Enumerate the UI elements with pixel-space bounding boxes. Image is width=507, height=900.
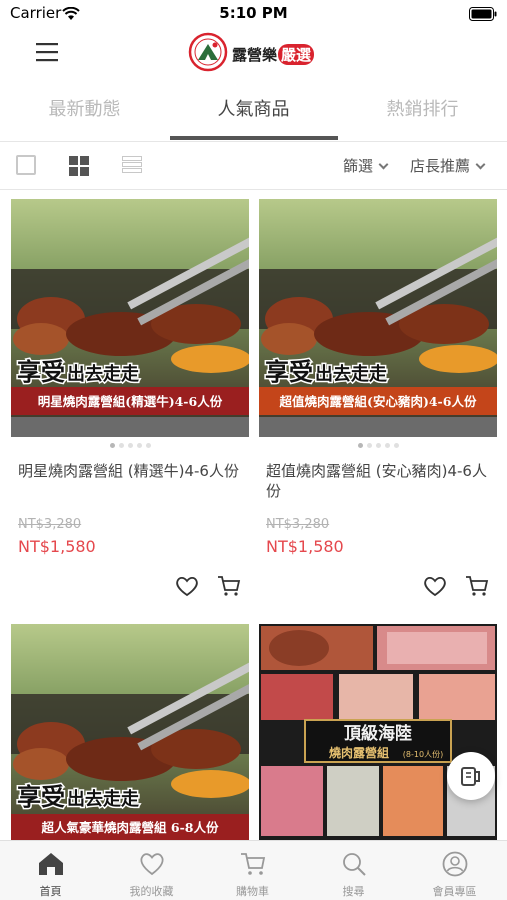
user-icon — [442, 851, 468, 877]
banner-subtitle: 燒肉露營組 — [329, 745, 389, 760]
hamburger-icon[interactable] — [36, 42, 60, 62]
nav-search[interactable]: 搜尋 — [303, 841, 404, 900]
list-view-icon[interactable] — [122, 156, 142, 174]
active-tab-indicator — [170, 136, 338, 140]
battery-icon — [469, 6, 497, 25]
single-view-icon[interactable] — [16, 155, 36, 175]
add-to-cart-icon[interactable] — [465, 575, 489, 601]
banner-slogan-a: 享受 — [17, 358, 65, 386]
logo-text: 露營樂 嚴選 — [232, 44, 315, 65]
chevron-down-icon — [378, 159, 389, 170]
heart-icon — [140, 853, 164, 876]
product-image[interactable]: 享受 出去走走 超人氣豪華燒肉露營組 6-8人份 — [11, 624, 249, 840]
sale-price: NT$1,580 — [266, 537, 344, 556]
nav-label: 我的收藏 — [129, 885, 174, 898]
nav-cart[interactable]: 購物車 — [202, 841, 303, 900]
banner-slogan-a: 享受 — [265, 358, 313, 386]
product-name[interactable]: 明星燒肉露營組 (精選牛)4-6人份 — [18, 461, 244, 481]
favorite-heart-icon[interactable] — [423, 575, 447, 601]
banner-caption: 明星燒肉露營組(精選牛)4-6人份 — [38, 394, 223, 409]
share-icon — [461, 767, 480, 786]
nav-favorites[interactable]: 我的收藏 — [101, 841, 202, 900]
category-tabs: 最新動態 人氣商品 熱銷排行 — [0, 80, 507, 142]
banner-slogan-b: 出去走走 — [67, 363, 139, 385]
product-image[interactable]: 享受 出去走走 超值燒肉露營組(安心豬肉)4-6人份 — [259, 199, 497, 437]
app-header: 露營樂 嚴選 — [0, 28, 507, 80]
cart-icon — [241, 853, 266, 875]
logo-emblem-icon — [188, 32, 228, 72]
product-image[interactable]: 享受 出去走走 明星燒肉露營組(精選牛)4-6人份 — [11, 199, 249, 437]
tab-latest[interactable]: 最新動態 — [0, 80, 169, 140]
share-floating-button[interactable] — [447, 752, 495, 800]
banner-title: 頂級海陸 — [344, 723, 412, 744]
grid-view-icon[interactable] — [69, 156, 89, 176]
status-bar: Carrier 5:10 PM — [0, 0, 507, 28]
tab-bestsellers[interactable]: 熱銷排行 — [338, 80, 507, 140]
product-card[interactable]: 頂級海陸 燒肉露營組 (8-10人份) — [259, 624, 497, 840]
product-image[interactable]: 頂級海陸 燒肉露營組 (8-10人份) — [259, 624, 497, 840]
nav-label: 首頁 — [39, 885, 62, 898]
filter-label: 篩選 — [343, 157, 374, 175]
banner-slogan-a: 享受 — [17, 783, 65, 811]
brand-logo[interactable]: 露營樂 嚴選 — [188, 32, 328, 74]
logo-wordmark: 露營樂 — [232, 46, 278, 64]
tab-popular[interactable]: 人氣商品 — [169, 80, 338, 140]
chevron-down-icon — [475, 159, 486, 170]
filter-button[interactable]: 篩選 — [343, 155, 389, 176]
nav-label: 搜尋 — [342, 885, 365, 898]
banner-serving: (8-10人份) — [403, 749, 443, 759]
clock-label: 5:10 PM — [219, 4, 288, 22]
product-card[interactable]: 享受 出去走走 超人氣豪華燒肉露營組 6-8人份 — [11, 624, 249, 840]
image-carousel-dots — [11, 443, 249, 448]
product-card[interactable]: 享受 出去走走 超值燒肉露營組(安心豬肉)4-6人份 超值燒肉露營組 (安心豬肉… — [259, 199, 497, 609]
image-carousel-dots — [259, 443, 497, 448]
sort-label: 店長推薦 — [410, 157, 471, 175]
logo-badge: 嚴選 — [278, 44, 315, 65]
original-price: NT$3,280 — [266, 517, 330, 532]
bottom-navigation: 首頁 我的收藏 購物車 搜尋 會員專區 — [0, 840, 507, 900]
nav-label: 會員專區 — [432, 885, 477, 898]
nav-label: 購物車 — [236, 885, 269, 898]
sale-price: NT$1,580 — [18, 537, 96, 556]
add-to-cart-icon[interactable] — [217, 575, 241, 601]
banner-caption: 超人氣豪華燒肉露營組 6-8人份 — [41, 820, 219, 835]
product-name[interactable]: 超值燒肉露營組 (安心豬肉)4-6人份 — [266, 461, 492, 501]
original-price: NT$3,280 — [18, 517, 82, 532]
filter-bar: 篩選 店長推薦 — [0, 142, 507, 190]
product-card[interactable]: 享受 出去走走 明星燒肉露營組(精選牛)4-6人份 明星燒肉露營組 (精選牛)4… — [11, 199, 249, 609]
banner-slogan-b: 出去走走 — [315, 363, 387, 385]
sort-button[interactable]: 店長推薦 — [410, 155, 486, 176]
search-icon — [343, 853, 366, 876]
banner-slogan-b: 出去走走 — [67, 788, 139, 810]
favorite-heart-icon[interactable] — [175, 575, 199, 601]
home-icon — [39, 853, 63, 875]
app-screen: Carrier 5:10 PM 露營樂 嚴選 最新動態 人氣商品 熱銷排行 篩選… — [0, 0, 507, 900]
banner-caption: 超值燒肉露營組(安心豬肉)4-6人份 — [279, 394, 477, 409]
nav-home[interactable]: 首頁 — [0, 841, 101, 900]
nav-member[interactable]: 會員專區 — [404, 841, 505, 900]
